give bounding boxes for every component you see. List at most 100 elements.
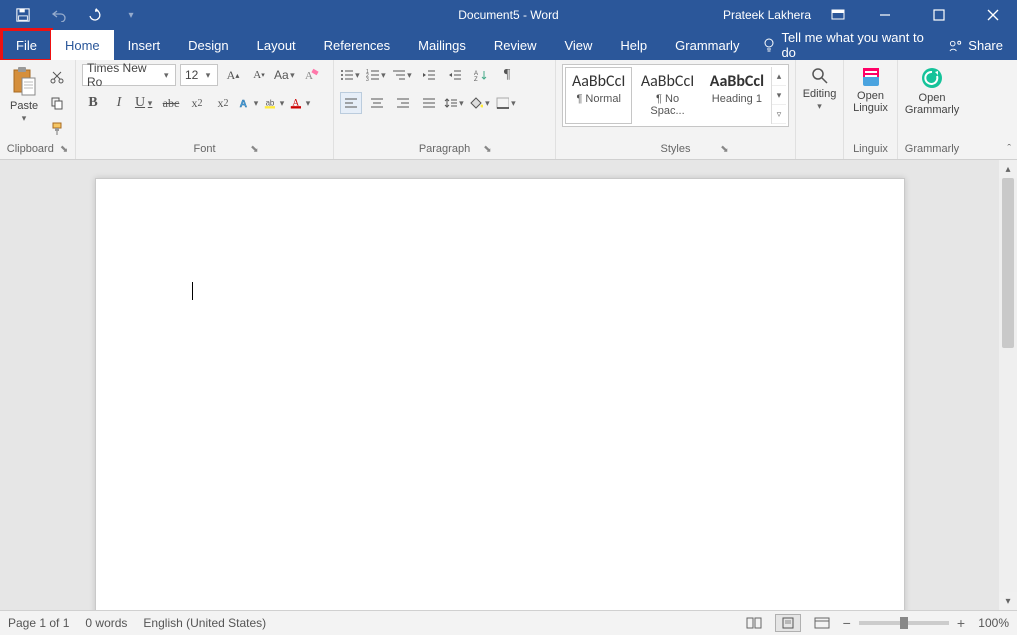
underline-button[interactable]: U▾ xyxy=(134,92,156,114)
web-layout-button[interactable] xyxy=(809,614,835,632)
page-count[interactable]: Page 1 of 1 xyxy=(8,616,69,630)
word-count[interactable]: 0 words xyxy=(85,616,127,630)
text-effects-button[interactable]: A▾ xyxy=(238,92,260,114)
vertical-scrollbar[interactable]: ▴ ▾ xyxy=(999,160,1017,610)
line-spacing-button[interactable]: ▾ xyxy=(444,92,466,114)
decrease-indent-button[interactable] xyxy=(418,64,440,86)
clear-formatting-button[interactable]: A xyxy=(300,64,322,86)
zoom-slider[interactable] xyxy=(859,621,949,625)
ribbon-tabs: File Home Insert Design Layout Reference… xyxy=(0,30,1017,60)
group-editing: Editing▾ xyxy=(796,60,844,159)
clipboard-dialog-launcher-icon[interactable]: ⬊ xyxy=(60,144,68,155)
superscript-button[interactable]: x2 xyxy=(212,92,234,114)
group-styles: AaBbCcI ¶ Normal AaBbCcI ¶ No Spac... Aa… xyxy=(556,60,796,159)
qat-customize-icon[interactable]: ▾ xyxy=(118,10,144,21)
clipboard-label: Clipboard xyxy=(7,143,54,155)
paragraph-label: Paragraph xyxy=(419,143,470,155)
increase-indent-button[interactable] xyxy=(444,64,466,86)
share-button[interactable]: Share xyxy=(935,30,1017,60)
tab-grammarly[interactable]: Grammarly xyxy=(661,30,753,60)
group-clipboard: Paste▾ Clipboard ⬊ xyxy=(0,60,76,159)
styles-scroll-up-icon[interactable]: ▴ xyxy=(772,67,786,86)
linguix-label: Linguix xyxy=(853,143,888,155)
tab-home[interactable]: Home xyxy=(51,30,114,60)
maximize-button[interactable] xyxy=(919,0,959,30)
scroll-up-icon[interactable]: ▴ xyxy=(999,160,1017,178)
decrease-font-size-button[interactable]: A▾ xyxy=(248,64,270,86)
font-size-combo[interactable]: 12▾ xyxy=(180,64,218,86)
copy-button[interactable] xyxy=(46,92,68,114)
tab-layout[interactable]: Layout xyxy=(243,30,310,60)
increase-font-size-button[interactable]: A▴ xyxy=(222,64,244,86)
style-normal[interactable]: AaBbCcI ¶ Normal xyxy=(565,67,632,124)
paste-button[interactable]: Paste▾ xyxy=(6,64,42,126)
font-label: Font xyxy=(193,143,215,155)
align-center-button[interactable] xyxy=(366,92,388,114)
style-heading-1[interactable]: AaBbCcl Heading 1 xyxy=(703,67,771,124)
zoom-out-button[interactable]: − xyxy=(843,615,851,631)
editing-button[interactable]: Editing▾ xyxy=(799,64,841,114)
print-layout-button[interactable] xyxy=(775,614,801,632)
tab-review[interactable]: Review xyxy=(480,30,551,60)
document-page[interactable] xyxy=(95,178,905,610)
svg-text:ab: ab xyxy=(266,98,275,107)
redo-icon[interactable] xyxy=(82,8,108,22)
show-hide-marks-button[interactable]: ¶ xyxy=(496,64,518,86)
borders-button[interactable]: ▾ xyxy=(496,92,518,114)
tab-help[interactable]: Help xyxy=(606,30,661,60)
sort-button[interactable]: AZ xyxy=(470,64,492,86)
zoom-in-button[interactable]: + xyxy=(957,615,965,631)
italic-button[interactable]: I xyxy=(108,92,130,114)
highlight-button[interactable]: ab▾ xyxy=(264,92,286,114)
styles-dialog-launcher-icon[interactable]: ⬊ xyxy=(720,144,728,155)
tab-design[interactable]: Design xyxy=(174,30,242,60)
ribbon-display-options-icon[interactable] xyxy=(825,9,851,21)
style-no-spacing[interactable]: AaBbCcI ¶ No Spac... xyxy=(632,67,702,124)
language-status[interactable]: English (United States) xyxy=(143,616,266,630)
numbering-button[interactable]: 123▾ xyxy=(366,64,388,86)
styles-expand-icon[interactable]: ▿ xyxy=(772,105,786,124)
bold-button[interactable]: B xyxy=(82,92,104,114)
share-label: Share xyxy=(968,38,1003,53)
read-mode-button[interactable] xyxy=(741,614,767,632)
tab-file[interactable]: File xyxy=(2,30,51,60)
open-linguix-button[interactable]: OpenLinguix xyxy=(849,64,892,116)
scroll-thumb[interactable] xyxy=(1002,178,1014,348)
multilevel-list-button[interactable]: ▾ xyxy=(392,64,414,86)
minimize-button[interactable] xyxy=(865,0,905,30)
align-right-button[interactable] xyxy=(392,92,414,114)
close-button[interactable] xyxy=(973,0,1013,30)
user-name[interactable]: Prateek Lakhera xyxy=(723,8,811,22)
tab-mailings[interactable]: Mailings xyxy=(404,30,480,60)
justify-button[interactable] xyxy=(418,92,440,114)
svg-text:Z: Z xyxy=(474,77,478,81)
bullets-button[interactable]: ▾ xyxy=(340,64,362,86)
undo-icon[interactable] xyxy=(46,8,72,22)
save-icon[interactable] xyxy=(10,8,36,22)
paragraph-dialog-launcher-icon[interactable]: ⬊ xyxy=(483,144,491,155)
title-bar: ▾ Document5 - Word Prateek Lakhera xyxy=(0,0,1017,30)
open-grammarly-button[interactable]: OpenGrammarly xyxy=(901,64,963,118)
strikethrough-button[interactable]: abc xyxy=(160,92,182,114)
subscript-button[interactable]: x2 xyxy=(186,92,208,114)
styles-gallery[interactable]: AaBbCcI ¶ Normal AaBbCcI ¶ No Spac... Aa… xyxy=(562,64,789,127)
scroll-down-icon[interactable]: ▾ xyxy=(999,592,1017,610)
font-dialog-launcher-icon[interactable]: ⬊ xyxy=(250,144,258,155)
styles-scroll-down-icon[interactable]: ▾ xyxy=(772,86,786,105)
tab-insert[interactable]: Insert xyxy=(114,30,175,60)
tab-references[interactable]: References xyxy=(310,30,404,60)
font-color-button[interactable]: A▾ xyxy=(290,92,312,114)
change-case-button[interactable]: Aa▾ xyxy=(274,64,296,86)
tell-me-search[interactable]: Tell me what you want to do xyxy=(753,30,935,60)
format-painter-button[interactable] xyxy=(46,118,68,140)
cut-button[interactable] xyxy=(46,66,68,88)
tab-view[interactable]: View xyxy=(550,30,606,60)
align-left-button[interactable] xyxy=(340,92,362,114)
font-name-combo[interactable]: Times New Ro▾ xyxy=(82,64,176,86)
zoom-level[interactable]: 100% xyxy=(973,616,1009,630)
group-paragraph: ▾ 123▾ ▾ AZ ¶ ▾ ▾ ▾ Paragraph ⬊ xyxy=(334,60,556,159)
share-icon xyxy=(949,39,962,52)
tell-me-label: Tell me what you want to do xyxy=(781,30,925,60)
shading-button[interactable]: ▾ xyxy=(470,92,492,114)
collapse-ribbon-icon[interactable]: ˆ xyxy=(1007,143,1011,155)
